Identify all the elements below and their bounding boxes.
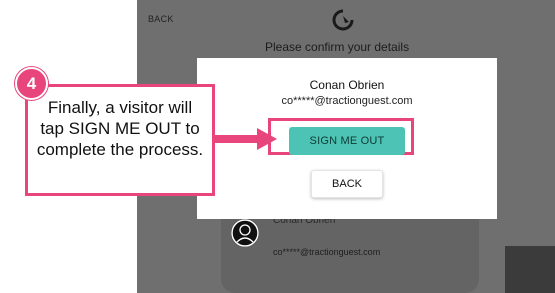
background-shade	[505, 246, 555, 293]
avatar-icon	[231, 219, 259, 247]
instruction-callout: Finally, a visitor will tap SIGN ME OUT …	[25, 84, 215, 196]
back-button[interactable]: BACK	[311, 170, 383, 198]
confirm-details-heading: Please confirm your details	[265, 40, 410, 54]
visitor-email: co*****@tractionguest.com	[281, 95, 413, 107]
sign-me-out-button[interactable]: SIGN ME OUT	[289, 127, 405, 155]
background-back-link: BACK	[148, 14, 174, 24]
tractionguest-logo-icon	[332, 9, 354, 31]
visitor-card-email: co*****@tractionguest.com	[273, 247, 381, 257]
callout-text: Finally, a visitor will tap SIGN ME OUT …	[36, 98, 204, 159]
visitor-name: Conan Obrien	[309, 78, 385, 92]
arrow-right-icon	[215, 128, 277, 150]
step-number-badge: 4	[15, 67, 48, 100]
